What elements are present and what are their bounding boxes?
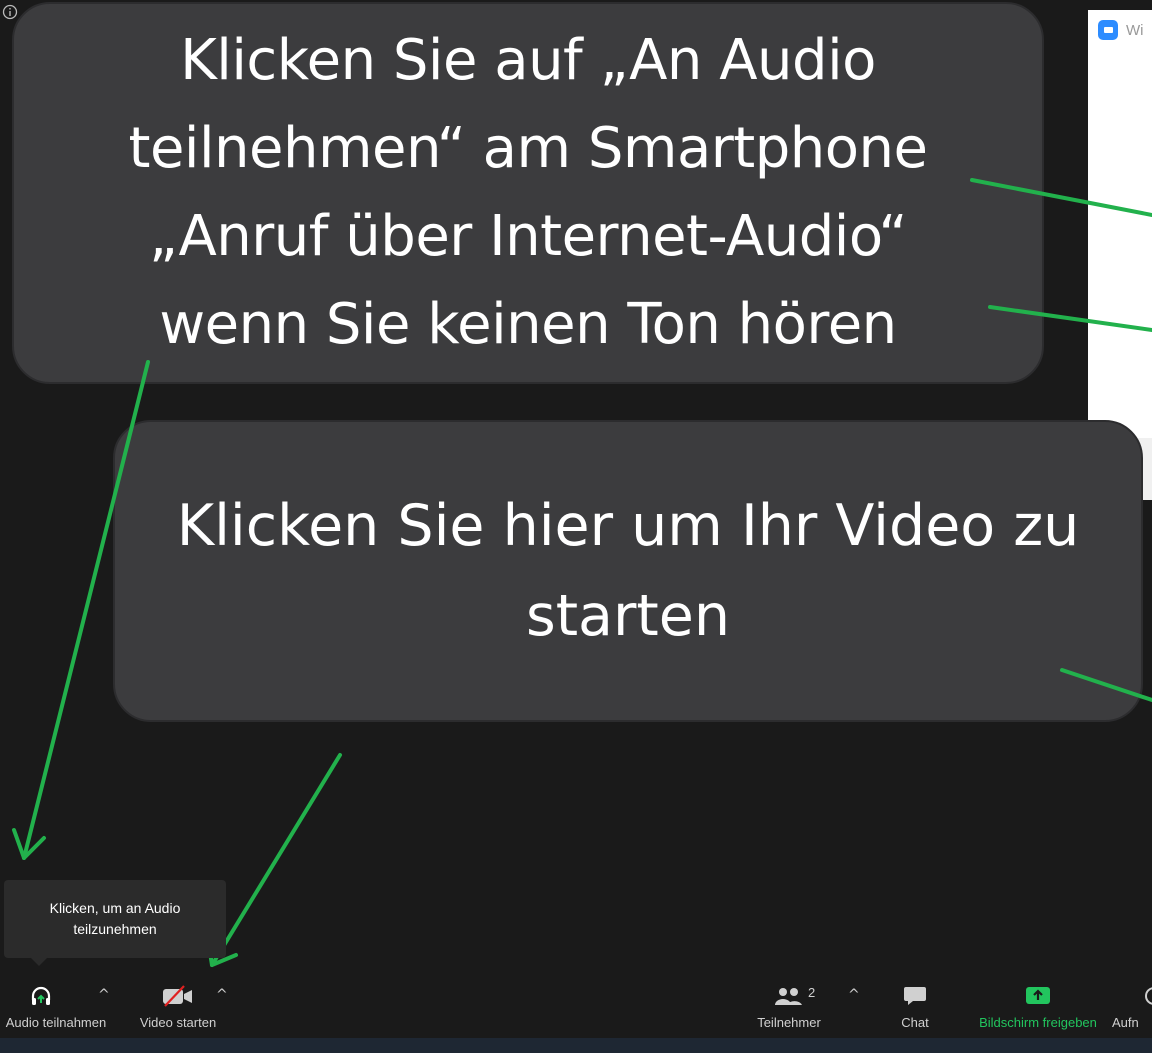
share-screen-icon [1026, 987, 1050, 1004]
participants-icon [775, 988, 802, 1005]
info-icon[interactable] [2, 4, 18, 20]
participants-label: Teilnehmer [757, 1015, 821, 1030]
callout-audio-instructions: Klicken Sie auf „An Audio teilnehmen“ am… [12, 2, 1044, 384]
video-off-icon [163, 985, 192, 1007]
meeting-toolbar: Audio teilnahmen ^ Video starten ^ 2 Tei… [0, 975, 1152, 1038]
audio-options-caret-icon[interactable]: ^ [98, 987, 110, 1003]
participants-button[interactable]: 2 Teilnehmer [748, 975, 830, 1038]
callout-video-line2: starten [526, 583, 730, 649]
start-video-button[interactable]: Video starten [130, 975, 226, 1038]
callout-video-instructions: Klicken Sie hier um Ihr Video zu starten [113, 420, 1143, 722]
tooltip-line2: teilzunehmen [73, 921, 157, 937]
headphones-icon [31, 986, 51, 1005]
zoom-logo-icon [1098, 20, 1118, 40]
callout-audio-line1: Klicken Sie auf „An Audio [180, 28, 876, 93]
record-icon [1145, 987, 1152, 1005]
dialog-header: Wi [1088, 10, 1152, 50]
join-audio-label: Audio teilnahmen [5, 1015, 107, 1030]
callout-audio-line3: „Anruf über Internet-Audio“ [148, 204, 908, 269]
arrow-to-video-button [210, 753, 342, 967]
share-screen-label: Bildschirm freigeben [979, 1015, 1097, 1030]
dialog-title: Wi [1126, 21, 1144, 39]
chat-button[interactable]: Chat [888, 975, 942, 1038]
tooltip-tail [30, 957, 48, 966]
participants-caret-icon[interactable]: ^ [848, 987, 860, 1003]
callout-audio-line2: teilnehmen“ am Smartphone [128, 116, 928, 181]
participants-count: 2 [808, 985, 816, 1000]
join-audio-button[interactable]: Audio teilnahmen [0, 975, 112, 1038]
tooltip-line1: Klicken, um an Audio [49, 900, 181, 916]
start-video-label: Video starten [139, 1015, 217, 1030]
video-options-caret-icon[interactable]: ^ [216, 987, 228, 1003]
arrow-head-audio [12, 828, 46, 860]
share-screen-button[interactable]: Bildschirm freigeben [970, 975, 1106, 1038]
windows-taskbar [0, 1038, 1152, 1053]
chat-label: Chat [901, 1015, 929, 1030]
chat-icon [904, 987, 926, 1005]
record-button[interactable]: Aufn [1112, 975, 1152, 1038]
callout-video-line1: Klicken Sie hier um Ihr Video zu [176, 493, 1080, 559]
audio-tooltip: Klicken, um an Audio teilzunehmen [4, 880, 226, 958]
record-label: Aufn [1112, 1015, 1139, 1030]
callout-audio-line4: wenn Sie keinen Ton hören [159, 292, 897, 357]
